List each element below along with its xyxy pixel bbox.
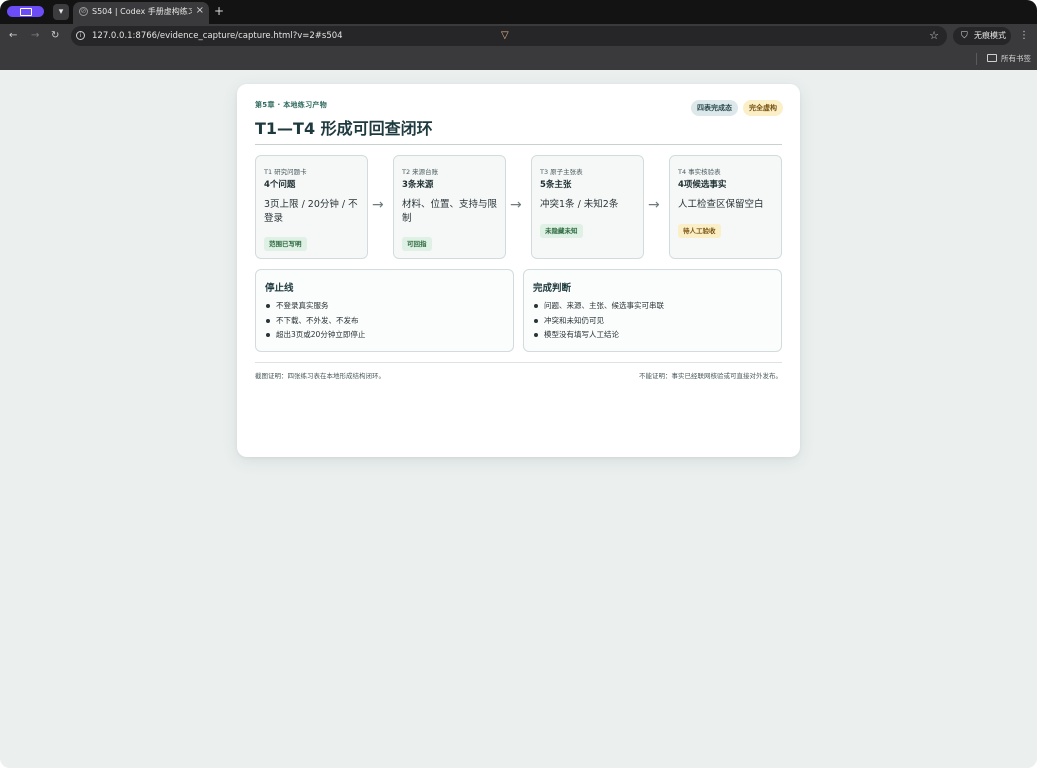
step-card-t3: T3 原子主张表 5条主张 冲突1条 / 未知2条 未隐藏未知 — [531, 155, 644, 259]
step-card-t1: T1 研究问题卡 4个问题 3页上限 / 20分钟 / 不登录 范围已写明 — [255, 155, 368, 259]
completion-list: 问题、来源、主张、候选事实可串联 冲突和未知仍可见 模型没有填写人工结论 — [533, 299, 664, 343]
list-item: 不下载、不外发、不发布 — [265, 314, 365, 329]
step-tag: 范围已写明 — [264, 237, 307, 251]
evidence-card: 第5章 · 本地练习产物 T1—T4 形成可回查闭环 四表完成态 完全虚构 T1… — [237, 84, 800, 457]
active-tab[interactable]: ⊘ S504 | Codex 手册虚构练习产 × — [73, 2, 209, 24]
step-tag: 未隐藏未知 — [540, 224, 583, 238]
incognito-label: 无痕模式 — [974, 31, 1006, 40]
step-body: 材料、位置、支持与限制 — [402, 199, 498, 224]
step-heading: 4项候选事实 — [678, 180, 727, 190]
profile-icon[interactable] — [7, 6, 44, 17]
address-bar[interactable]: i 127.0.0.1:8766/evidence_capture/captur… — [71, 26, 947, 46]
stop-line-list: 不登录真实服务 不下载、不外发、不发布 超出3页或20分钟立即停止 — [265, 299, 365, 343]
footer-proof-note: 截图证明：四张练习表在本地形成结构闭环。 — [255, 372, 385, 380]
header-divider — [255, 144, 782, 145]
stop-line-panel: 停止线 不登录真实服务 不下载、不外发、不发布 超出3页或20分钟立即停止 — [255, 269, 514, 352]
cast-icon[interactable]: ▽ — [501, 29, 509, 43]
site-info-icon[interactable]: i — [76, 31, 85, 40]
status-badge: 四表完成态 — [691, 100, 738, 116]
panel-title: 完成判断 — [533, 283, 572, 294]
back-arrow-icon[interactable]: ← — [9, 29, 17, 43]
close-tab-icon[interactable]: × — [196, 5, 204, 16]
tab-title: S504 | Codex 手册虚构练习产 — [92, 7, 192, 16]
folder-icon[interactable] — [987, 54, 997, 62]
reload-icon[interactable]: ↻ — [51, 29, 59, 43]
page-favicon-icon: ⊘ — [79, 7, 88, 16]
tab-strip: ▾ ⊘ S504 | Codex 手册虚构练习产 × + — [0, 0, 1037, 24]
forward-arrow-icon[interactable]: → — [31, 29, 39, 43]
incognito-indicator[interactable]: ⛉ 无痕模式 — [953, 27, 1011, 45]
incognito-icon: ⛉ — [961, 31, 968, 41]
step-code: T1 研究问题卡 — [264, 168, 307, 176]
more-menu-icon[interactable]: ⋮ — [1019, 29, 1029, 43]
fiction-badge: 完全虚构 — [743, 100, 783, 116]
page-title: T1—T4 形成可回查闭环 — [255, 119, 433, 138]
list-item: 冲突和未知仍可见 — [533, 314, 664, 329]
flow-arrow-icon: → — [372, 197, 384, 213]
step-tag: 待人工验收 — [678, 224, 721, 238]
list-item: 问题、来源、主张、候选事实可串联 — [533, 299, 664, 314]
step-heading: 4个问题 — [264, 180, 296, 190]
url-text[interactable]: 127.0.0.1:8766/evidence_capture/capture.… — [92, 29, 343, 43]
list-item: 不登录真实服务 — [265, 299, 365, 314]
footer-limit-note: 不能证明：事实已经联网核验或可直接对外发布。 — [639, 372, 782, 380]
chapter-eyebrow: 第5章 · 本地练习产物 — [255, 101, 328, 109]
panel-title: 停止线 — [265, 283, 294, 294]
browser-toolbar: ← → ↻ i 127.0.0.1:8766/evidence_capture/… — [0, 24, 1037, 48]
step-body: 冲突1条 / 未知2条 — [540, 199, 619, 210]
new-tab-button[interactable]: + — [214, 4, 224, 18]
bookmarks-divider — [976, 53, 977, 65]
step-tag: 可回指 — [402, 237, 432, 251]
list-item: 超出3页或20分钟立即停止 — [265, 328, 365, 343]
step-body: 3页上限 / 20分钟 / 不登录 — [264, 199, 358, 224]
step-heading: 3条来源 — [402, 180, 434, 190]
step-card-t2: T2 来源台账 3条来源 材料、位置、支持与限制 可回指 — [393, 155, 506, 259]
step-code: T3 原子主张表 — [540, 168, 583, 176]
step-card-t4: T4 事实核验表 4项候选事实 人工检查区保留空白 待人工验收 — [669, 155, 782, 259]
step-body: 人工检查区保留空白 — [678, 199, 764, 210]
bookmark-star-icon[interactable]: ☆ — [929, 28, 939, 44]
page-viewport: 第5章 · 本地练习产物 T1—T4 形成可回查闭环 四表完成态 完全虚构 T1… — [0, 70, 1037, 768]
completion-panel: 完成判断 问题、来源、主张、候选事实可串联 冲突和未知仍可见 模型没有填写人工结… — [523, 269, 782, 352]
flow-arrow-icon: → — [648, 197, 660, 213]
browser-window: ▾ ⊘ S504 | Codex 手册虚构练习产 × + ← → ↻ i 127… — [0, 0, 1037, 768]
step-code: T2 来源台账 — [402, 168, 439, 176]
tab-search-icon[interactable]: ▾ — [53, 4, 69, 20]
footer-divider — [255, 362, 782, 363]
flow-arrow-icon: → — [510, 197, 522, 213]
bookmarks-bar: 所有书签 — [0, 48, 1037, 70]
step-code: T4 事实核验表 — [678, 168, 721, 176]
list-item: 模型没有填写人工结论 — [533, 328, 664, 343]
step-heading: 5条主张 — [540, 180, 572, 190]
all-bookmarks-link[interactable]: 所有书签 — [1001, 52, 1031, 66]
